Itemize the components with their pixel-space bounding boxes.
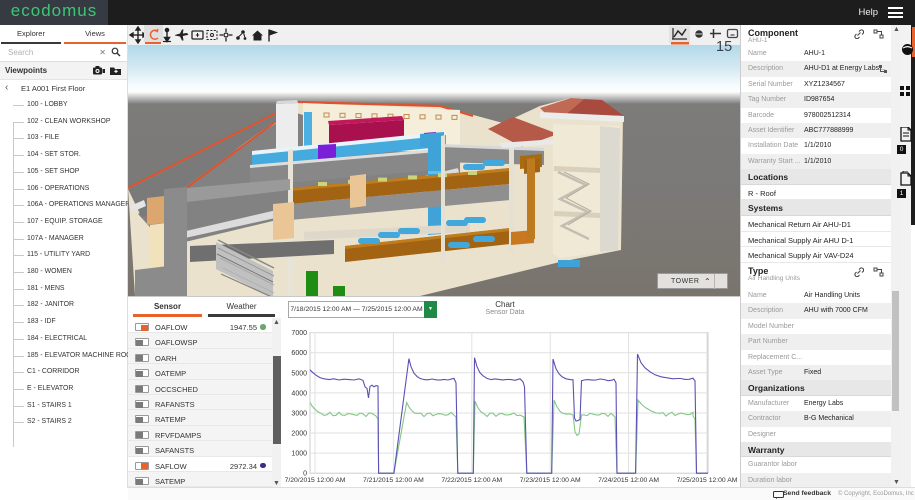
svg-text:3000: 3000 (291, 410, 307, 417)
svg-text:5000: 5000 (291, 370, 307, 377)
svg-text:7/25/2015 12:00 AM: 7/25/2015 12:00 AM (677, 477, 738, 484)
svg-text:7/20/2015 12:00 AM: 7/20/2015 12:00 AM (285, 477, 346, 484)
svg-text:7/23/2015 12:00 AM: 7/23/2015 12:00 AM (520, 477, 581, 484)
svg-text:4000: 4000 (291, 390, 307, 397)
svg-text:7000: 7000 (291, 330, 307, 337)
svg-text:2000: 2000 (291, 431, 307, 438)
svg-text:6000: 6000 (291, 350, 307, 357)
svg-text:7/21/2015 12:00 AM: 7/21/2015 12:00 AM (363, 477, 424, 484)
svg-text:1000: 1000 (291, 451, 307, 458)
svg-text:7/22/2015 12:00 AM: 7/22/2015 12:00 AM (441, 477, 502, 484)
svg-text:7/24/2015 12:00 AM: 7/24/2015 12:00 AM (598, 477, 659, 484)
